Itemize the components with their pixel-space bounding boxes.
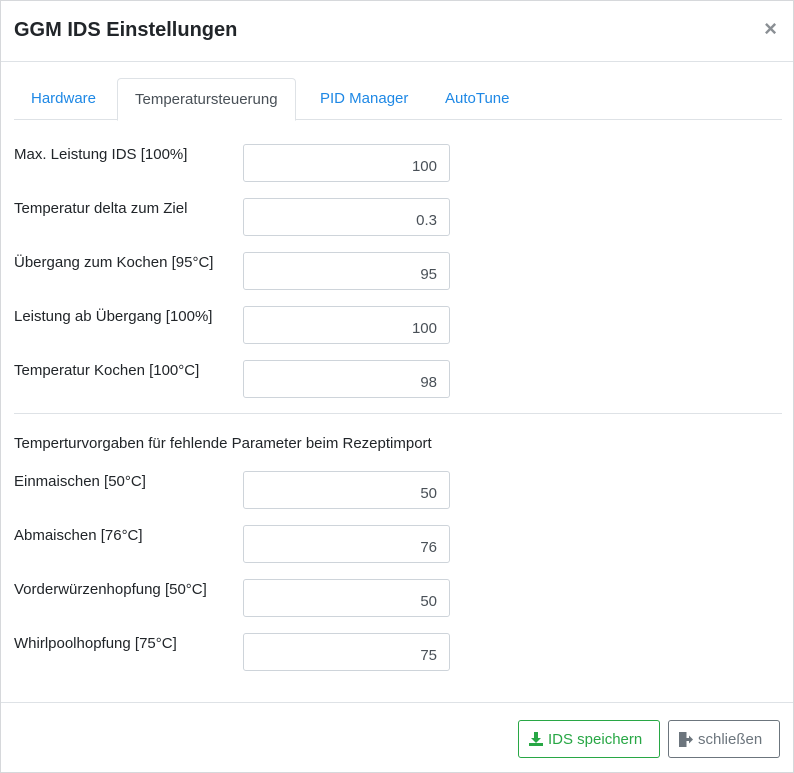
settings-dialog: GGM IDS Einstellungen × Hardware Tempera… bbox=[0, 0, 794, 773]
dialog-title: GGM IDS Einstellungen bbox=[14, 19, 238, 41]
field-label: Max. Leistung IDS [100%] bbox=[14, 146, 188, 163]
form-row-vorderwuerzenhopfung: Vorderwürzenhopfung [50°C] bbox=[14, 579, 454, 617]
tab-autotune[interactable]: AutoTune bbox=[428, 78, 527, 120]
save-ids-button[interactable]: IDS speichern bbox=[518, 720, 660, 758]
import-section-heading: Temperturvorgaben für fehlende Parameter… bbox=[14, 435, 432, 452]
save-ids-label: IDS speichern bbox=[548, 730, 643, 748]
field-label: Vorderwürzenhopfung [50°C] bbox=[14, 581, 207, 598]
temperatur-kochen-input[interactable] bbox=[243, 360, 450, 398]
tab-temperatursteuerung[interactable]: Temperatursteuerung bbox=[117, 78, 296, 121]
close-icon[interactable]: × bbox=[764, 17, 777, 41]
section-divider bbox=[14, 413, 782, 414]
form-row-whirlpoolhopfung: Whirlpoolhopfung [75°C] bbox=[14, 633, 454, 671]
close-label: schließen bbox=[698, 730, 763, 748]
form-row-einmaischen: Einmaischen [50°C] bbox=[14, 471, 454, 509]
field-label: Temperatur Kochen [100°C] bbox=[14, 362, 200, 379]
form-row-temperatur-delta: Temperatur delta zum Ziel bbox=[14, 198, 454, 236]
form-row-temperatur-kochen: Temperatur Kochen [100°C] bbox=[14, 360, 454, 398]
max-leistung-input[interactable] bbox=[243, 144, 450, 182]
download-icon bbox=[529, 732, 543, 746]
tab-bar: Hardware Temperatursteuerung PID Manager… bbox=[14, 78, 782, 121]
form-row-abmaischen: Abmaischen [76°C] bbox=[14, 525, 454, 563]
abmaischen-input[interactable] bbox=[243, 525, 450, 563]
leistung-uebergang-input[interactable] bbox=[243, 306, 450, 344]
form-row-max-leistung: Max. Leistung IDS [100%] bbox=[14, 144, 454, 182]
field-label: Whirlpoolhopfung [75°C] bbox=[14, 635, 177, 652]
tab-pid-manager[interactable]: PID Manager bbox=[303, 78, 425, 120]
temperatur-delta-input[interactable] bbox=[243, 198, 450, 236]
einmaischen-input[interactable] bbox=[243, 471, 450, 509]
field-label: Einmaischen [50°C] bbox=[14, 473, 146, 490]
field-label: Abmaischen [76°C] bbox=[14, 527, 143, 544]
whirlpoolhopfung-input[interactable] bbox=[243, 633, 450, 671]
uebergang-kochen-input[interactable] bbox=[243, 252, 450, 290]
form-row-uebergang-kochen: Übergang zum Kochen [95°C] bbox=[14, 252, 454, 290]
vorderwuerzenhopfung-input[interactable] bbox=[243, 579, 450, 617]
field-label: Temperatur delta zum Ziel bbox=[14, 200, 188, 217]
dialog-header: GGM IDS Einstellungen × bbox=[1, 1, 793, 62]
dialog-footer: IDS speichern schließen bbox=[1, 702, 793, 772]
form-row-leistung-uebergang: Leistung ab Übergang [100%] bbox=[14, 306, 454, 344]
close-button[interactable]: schließen bbox=[668, 720, 780, 758]
sign-out-icon bbox=[679, 731, 693, 747]
field-label: Übergang zum Kochen [95°C] bbox=[14, 254, 214, 271]
tab-hardware[interactable]: Hardware bbox=[14, 78, 113, 120]
field-label: Leistung ab Übergang [100%] bbox=[14, 308, 213, 325]
